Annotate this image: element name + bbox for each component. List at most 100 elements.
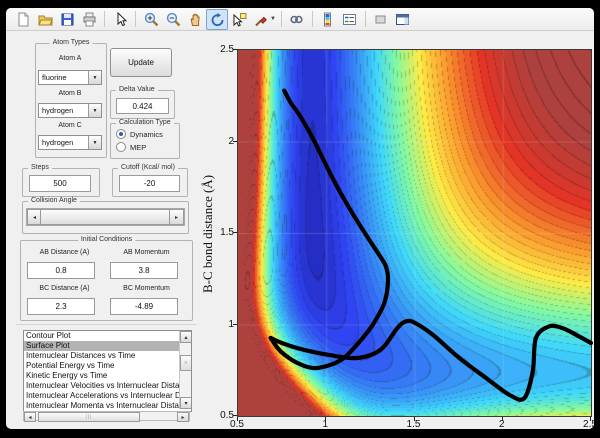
- y-tick-label: 1.5: [214, 227, 234, 238]
- new-file-icon[interactable]: [12, 9, 34, 30]
- delta-value-field[interactable]: 0.424: [116, 98, 169, 114]
- ab-momentum-label: AB Momentum: [110, 249, 183, 256]
- ab-momentum-field[interactable]: 3.8: [110, 262, 178, 279]
- hide-plot-tools-icon[interactable]: [370, 9, 392, 30]
- print-icon[interactable]: [78, 9, 100, 30]
- insert-legend-icon[interactable]: [339, 9, 361, 30]
- atom-types-title: Atom Types: [50, 39, 93, 46]
- bc-momentum-field[interactable]: -4.89: [110, 298, 178, 315]
- atom-c-value: hydrogen: [39, 136, 88, 149]
- slider-right-arrow-icon[interactable]: ▸: [169, 209, 184, 225]
- radio-mep-icon[interactable]: [116, 142, 126, 152]
- y-tick-mark: [233, 49, 237, 50]
- atom-c-dropdown[interactable]: hydrogen ▼: [38, 135, 102, 150]
- toolbar-separator: [281, 11, 282, 27]
- plot-panel: 0.511.522.50.511.522.5 A-B bond distance…: [231, 41, 593, 419]
- radio-dynamics[interactable]: Dynamics: [116, 129, 163, 139]
- scroll-up-arrow-icon[interactable]: ▴: [180, 331, 192, 343]
- cutoff-title: Cutoff (Kcal/ mol): [118, 164, 178, 171]
- list-item[interactable]: Surface Plot: [24, 341, 191, 351]
- data-cursor-icon[interactable]: [228, 9, 250, 30]
- radio-dynamics-icon[interactable]: [116, 129, 126, 139]
- initial-conditions-title: Initial Conditions: [78, 236, 135, 243]
- y-tick-label: 2: [214, 136, 234, 147]
- atom-a-value: fluorine: [39, 71, 88, 84]
- save-icon[interactable]: [56, 9, 78, 30]
- pan-icon[interactable]: [184, 9, 206, 30]
- brush-dropdown-caret-icon[interactable]: ▼: [270, 16, 276, 22]
- radio-mep[interactable]: MEP: [116, 142, 146, 152]
- insert-colorbar-icon[interactable]: [317, 9, 339, 30]
- y-tick-mark: [233, 232, 237, 233]
- y-tick-label: 2.5: [214, 44, 234, 55]
- application-window: ▼ Atom Types Atom A fluorine ▼ Atom B hy…: [0, 0, 600, 438]
- atom-b-label: Atom B: [35, 90, 105, 97]
- show-plot-tools-icon[interactable]: [392, 9, 414, 30]
- scroll-down-arrow-icon[interactable]: ▾: [180, 397, 192, 409]
- figure-window: ▼ Atom Types Atom A fluorine ▼ Atom B hy…: [6, 8, 594, 429]
- collision-angle-title: Collision Angle: [28, 197, 80, 204]
- list-item[interactable]: Kinetic Energy vs Time: [24, 371, 191, 381]
- list-item[interactable]: Internuclear Distances vs Time: [24, 351, 191, 361]
- scroll-left-arrow-icon[interactable]: ◂: [24, 412, 36, 422]
- bc-distance-label: BC Distance (A): [27, 285, 102, 292]
- list-item[interactable]: Internuclear Velocities vs Internuclear …: [24, 381, 191, 391]
- x-tick-mark: [590, 417, 591, 421]
- x-tick-mark: [237, 417, 238, 421]
- cutoff-field[interactable]: -20: [119, 175, 180, 192]
- x-tick-mark: [414, 417, 415, 421]
- dropdown-arrow-icon[interactable]: ▼: [88, 71, 101, 84]
- toolbar-separator: [365, 11, 366, 27]
- calculation-type-title: Calculation Type: [116, 119, 174, 126]
- brush-data-icon[interactable]: [250, 9, 272, 30]
- collision-angle-slider[interactable]: ◂ ▸: [26, 208, 185, 226]
- radio-mep-label: MEP: [130, 143, 146, 152]
- atom-b-dropdown[interactable]: hydrogen ▼: [38, 103, 102, 118]
- x-tick-mark: [502, 417, 503, 421]
- listbox-vertical-scrollbar[interactable]: ▴ ≡ ▾: [179, 331, 191, 409]
- dropdown-arrow-icon[interactable]: ▼: [88, 104, 101, 117]
- list-item[interactable]: Potential Energy vs Time: [24, 361, 191, 371]
- list-item[interactable]: Internuclear Momenta vs Internuclear Dis…: [24, 401, 191, 411]
- rotate-3d-icon[interactable]: [206, 9, 228, 30]
- zoom-in-icon[interactable]: [140, 9, 162, 30]
- plot-type-list: Contour PlotSurface PlotInternuclear Dis…: [24, 331, 191, 411]
- y-tick-mark: [233, 415, 237, 416]
- toolbar-separator: [312, 11, 313, 27]
- trajectory-overlay: [238, 50, 591, 416]
- vertical-scroll-thumb[interactable]: ≡: [180, 355, 192, 371]
- toolbar-separator: [135, 11, 136, 27]
- figure-toolbar: ▼: [6, 8, 594, 31]
- zoom-out-icon[interactable]: [162, 9, 184, 30]
- edit-plot-icon[interactable]: [109, 9, 131, 30]
- atom-b-value: hydrogen: [39, 104, 88, 117]
- toolbar-separator: [104, 11, 105, 27]
- y-tick-mark: [233, 324, 237, 325]
- scroll-right-arrow-icon[interactable]: ▸: [177, 412, 189, 422]
- atom-a-label: Atom A: [35, 55, 105, 62]
- open-file-icon[interactable]: [34, 9, 56, 30]
- update-button[interactable]: Update: [110, 48, 172, 77]
- plot-type-listbox[interactable]: Contour PlotSurface PlotInternuclear Dis…: [23, 330, 192, 412]
- y-axis-label: B-C bond distance (Å): [200, 175, 216, 293]
- atom-a-dropdown[interactable]: fluorine ▼: [38, 70, 102, 85]
- list-item[interactable]: Contour Plot: [24, 331, 191, 341]
- panel-divider: [16, 324, 196, 325]
- x-tick-label: 2.5: [577, 419, 594, 429]
- bc-distance-field[interactable]: 2.3: [27, 298, 95, 315]
- link-plots-icon[interactable]: [286, 9, 308, 30]
- dropdown-arrow-icon[interactable]: ▼: [88, 136, 101, 149]
- horizontal-scroll-thumb[interactable]: |||: [38, 412, 140, 422]
- ab-distance-field[interactable]: 0.8: [27, 262, 95, 279]
- steps-title: Steps: [28, 164, 52, 171]
- ab-distance-label: AB Distance (A): [27, 249, 102, 256]
- slider-thumb[interactable]: [40, 209, 171, 225]
- x-tick-mark: [325, 417, 326, 421]
- steps-field[interactable]: 500: [29, 175, 91, 192]
- plot-area[interactable]: [237, 49, 592, 417]
- listbox-horizontal-scrollbar[interactable]: ◂ ||| ▸: [23, 411, 190, 421]
- y-tick-label: 1: [214, 319, 234, 330]
- list-item[interactable]: Internuclear Accelerations vs Internucle…: [24, 391, 191, 401]
- radio-dynamics-label: Dynamics: [130, 130, 163, 139]
- delta-value-title: Delta Value: [116, 86, 158, 93]
